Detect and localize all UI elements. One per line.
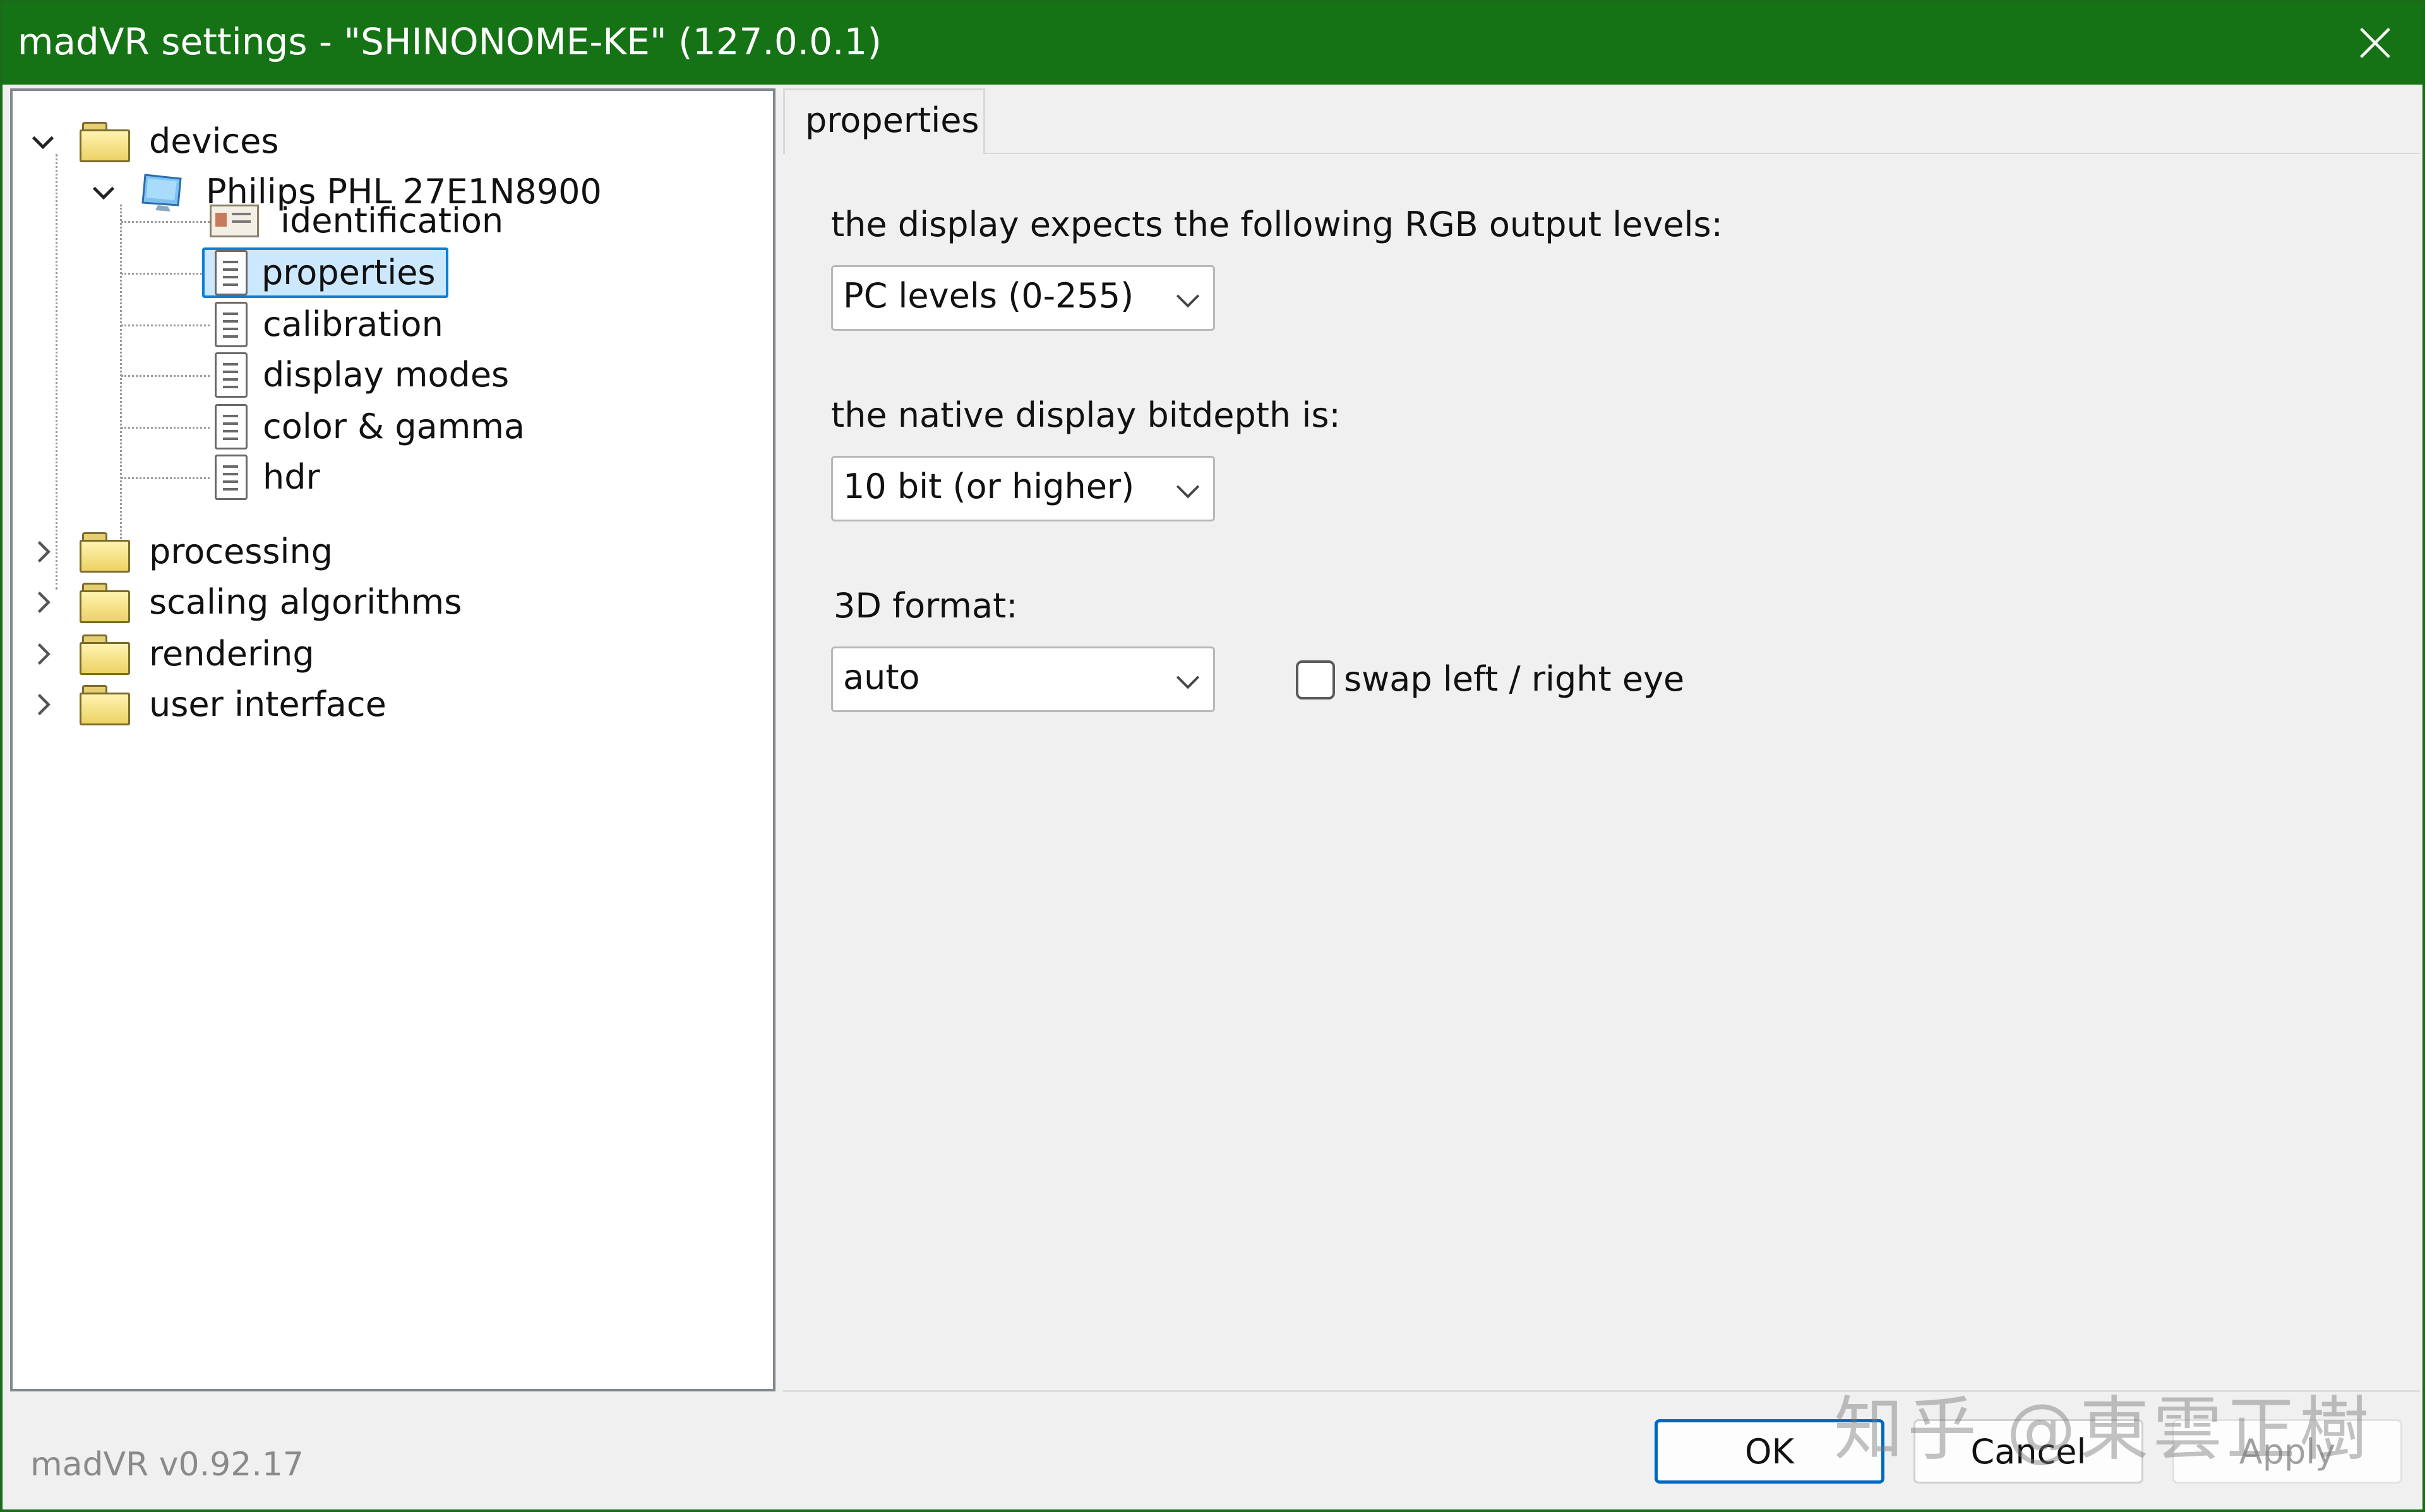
- document-icon: [215, 302, 248, 347]
- folder-icon: [80, 685, 130, 725]
- tree-item-properties[interactable]: properties: [202, 247, 448, 298]
- chevron-right-icon[interactable]: [25, 687, 61, 722]
- tree-item-label: devices: [149, 121, 279, 161]
- document-icon: [215, 352, 248, 398]
- tree-connector: [121, 273, 210, 275]
- tab-strip: properties: [783, 88, 2420, 155]
- id-card-icon: [210, 205, 259, 237]
- tree-item-label: processing: [149, 532, 333, 571]
- tree-item-processing[interactable]: processing: [25, 527, 344, 577]
- tree-connector: [121, 477, 210, 479]
- tree-connector: [121, 324, 210, 326]
- tree-item-color-gamma[interactable]: color & gamma: [215, 402, 536, 452]
- version-label: madVR v0.92.17: [30, 1446, 304, 1484]
- chevron-down-icon[interactable]: [86, 174, 121, 210]
- tree-item-calibration[interactable]: calibration: [215, 299, 455, 350]
- tree-item-label: user interface: [149, 684, 386, 724]
- document-icon: [215, 455, 248, 500]
- chevron-down-icon: [1176, 294, 1200, 308]
- tree-item-label: display modes: [263, 355, 510, 395]
- tree-item-label: identification: [280, 201, 504, 241]
- monitor-icon: [140, 171, 186, 213]
- bitdepth-select[interactable]: 10 bit (or higher): [831, 456, 1215, 521]
- tree-connector: [121, 221, 210, 223]
- tree-item-label: calibration: [263, 304, 443, 344]
- tree-item-user-interface[interactable]: user interface: [25, 679, 398, 730]
- watermark: 知乎 @東雲正樹: [1834, 1389, 2373, 1470]
- tree-item-hdr[interactable]: hdr: [215, 452, 332, 503]
- rgb-levels-select[interactable]: PC levels (0-255): [831, 265, 1215, 331]
- 3d-format-select[interactable]: auto: [831, 646, 1215, 712]
- title-bar: madVR settings - "SHINONOME-KE" (127.0.0…: [3, 3, 2422, 85]
- folder-icon: [80, 634, 130, 675]
- tree-item-label: scaling algorithms: [149, 582, 462, 622]
- bitdepth-label: the native display bitdepth is:: [831, 395, 1341, 435]
- tree-item-label: rendering: [149, 634, 314, 674]
- tree-item-devices[interactable]: devices: [25, 116, 290, 167]
- chevron-down-icon: [1176, 676, 1200, 689]
- tree-item-display-modes[interactable]: display modes: [215, 350, 520, 400]
- document-icon: [215, 404, 248, 449]
- tree-item-label: properties: [261, 253, 436, 292]
- close-button[interactable]: [2340, 11, 2410, 74]
- tree-selection: properties: [202, 247, 448, 298]
- window-title: madVR settings - "SHINONOME-KE" (127.0.0…: [18, 20, 882, 63]
- rgb-levels-label: the display expects the following RGB ou…: [831, 205, 1723, 244]
- tree-connector: [56, 154, 57, 590]
- chevron-right-icon[interactable]: [25, 585, 61, 620]
- chevron-right-icon[interactable]: [25, 636, 61, 672]
- properties-pane: the display expects the following RGB ou…: [783, 154, 2420, 1391]
- bitdepth-value: 10 bit (or higher): [843, 467, 1135, 506]
- swap-eye-checkbox[interactable]: [1296, 660, 1335, 699]
- tree-connector: [121, 375, 210, 377]
- tree-connector: [121, 427, 210, 429]
- folder-icon: [80, 122, 130, 162]
- tree-item-rendering[interactable]: rendering: [25, 629, 326, 679]
- folder-icon: [80, 532, 130, 573]
- rgb-levels-value: PC levels (0-255): [843, 276, 1134, 316]
- settings-window: madVR settings - "SHINONOME-KE" (127.0.0…: [0, 0, 2425, 1512]
- settings-tree: devices Philips PHL 27E1N8900 identifica…: [10, 88, 775, 1391]
- document-icon: [215, 250, 248, 295]
- 3d-format-value: auto: [843, 657, 920, 697]
- tree-item-scaling-algorithms[interactable]: scaling algorithms: [25, 577, 473, 628]
- tree-connector: [120, 205, 122, 539]
- 3d-format-label: 3D format:: [834, 586, 1018, 626]
- tree-item-identification[interactable]: identification: [210, 196, 515, 246]
- swap-eye-label[interactable]: swap left / right eye: [1344, 659, 1684, 699]
- tree-item-label: hdr: [263, 457, 320, 497]
- folder-icon: [80, 583, 130, 623]
- close-icon: [2360, 28, 2390, 58]
- chevron-down-icon[interactable]: [25, 124, 61, 159]
- chevron-down-icon: [1176, 485, 1200, 499]
- tree-item-label: color & gamma: [263, 407, 525, 446]
- chevron-right-icon[interactable]: [25, 534, 61, 569]
- tab-properties[interactable]: properties: [783, 88, 985, 154]
